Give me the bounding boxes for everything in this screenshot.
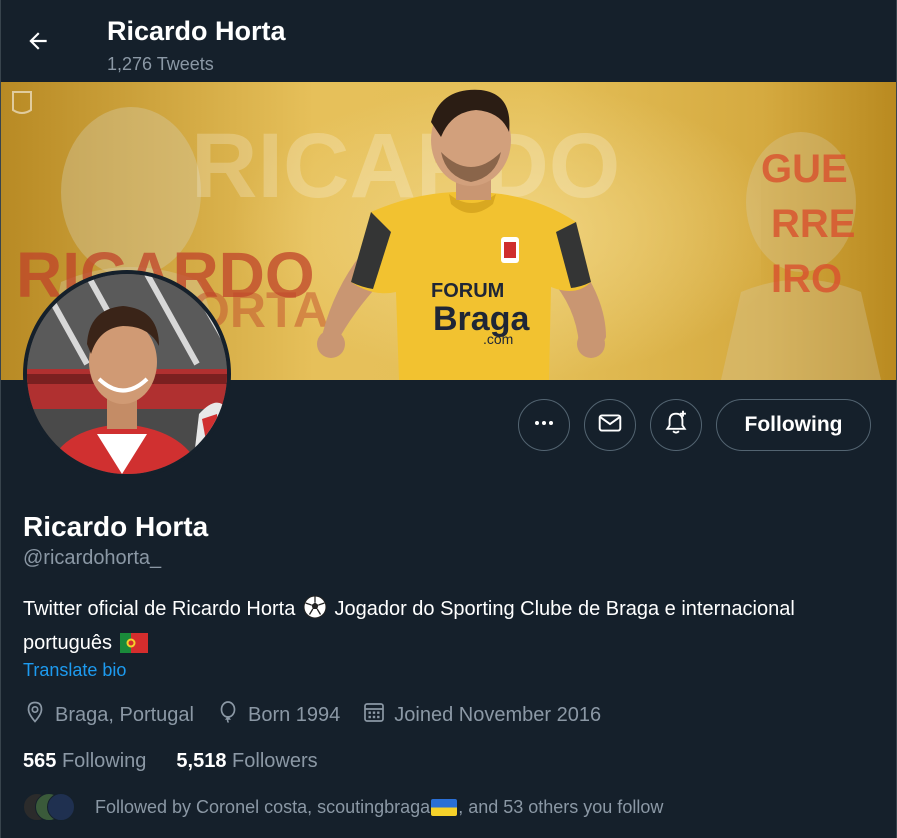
followers-count: 5,518 xyxy=(176,750,227,772)
following-button[interactable]: Following xyxy=(716,399,871,451)
svg-text:IRO: IRO xyxy=(771,257,842,301)
birthday-item: Born 1994 xyxy=(216,700,340,730)
soccer-ball-icon xyxy=(303,595,327,628)
followers-stat-link[interactable]: 5,518 Followers xyxy=(176,750,317,773)
portugal-flag-icon xyxy=(119,632,148,662)
profile-handle: @ricardohorta_ xyxy=(23,547,162,569)
more-dots-icon xyxy=(532,411,556,440)
follow-stats: 565 Following 5,518 Followers xyxy=(23,750,348,773)
followed-by-avatars xyxy=(23,793,79,821)
profile-page: Ricardo Horta 1,276 Tweets RICARDO RICAR… xyxy=(0,0,897,838)
location-item: Braga, Portugal xyxy=(23,700,194,730)
followed-by-text-1: Followed by Coronel costa, scoutingbraga xyxy=(95,796,431,817)
calendar-icon xyxy=(362,700,394,730)
envelope-icon xyxy=(597,410,623,441)
back-button[interactable] xyxy=(18,23,58,63)
followers-label: Followers xyxy=(232,750,318,772)
header-title: Ricardo Horta xyxy=(107,16,286,46)
more-button[interactable] xyxy=(518,399,570,451)
following-count: 565 xyxy=(23,750,57,772)
following-label: Following xyxy=(61,750,147,772)
bio-text-1: Twitter oficial de Ricardo Horta xyxy=(23,598,296,620)
location-text: Braga, Portugal xyxy=(55,703,194,726)
birthday-text: Born 1994 xyxy=(247,703,341,726)
ukraine-flag-icon xyxy=(431,798,458,816)
followed-by-row[interactable]: Followed by Coronel costa, scoutingbraga… xyxy=(23,793,663,821)
bell-plus-icon xyxy=(662,409,690,442)
banner-sponsor-top: FORUM xyxy=(431,280,504,302)
banner-sponsor-tld: .com xyxy=(483,331,513,347)
profile-bio: Twitter oficial de Ricardo Horta Jogador… xyxy=(23,594,863,662)
joined-text: Joined November 2016 xyxy=(394,703,602,726)
profile-meta: Braga, Portugal Born 1994 Joined Novembe… xyxy=(23,700,623,730)
balloon-icon xyxy=(216,700,248,730)
profile-avatar[interactable] xyxy=(23,270,231,478)
arrow-left-icon xyxy=(25,28,51,59)
following-stat-link[interactable]: 565 Following xyxy=(23,750,146,773)
profile-header: Ricardo Horta 1,276 Tweets xyxy=(1,0,896,82)
follower-avatar xyxy=(47,793,75,821)
followed-by-text-2: , and 53 others you follow xyxy=(458,796,664,817)
banner-sponsor: Braga xyxy=(433,300,530,338)
svg-text:RRE: RRE xyxy=(771,202,855,246)
joined-item: Joined November 2016 xyxy=(362,700,601,730)
translate-bio-link[interactable]: Translate bio xyxy=(23,660,126,681)
location-pin-icon xyxy=(23,700,55,730)
message-button[interactable] xyxy=(584,399,636,451)
profile-name: Ricardo Horta xyxy=(23,511,209,542)
notifications-button[interactable] xyxy=(650,399,702,451)
avatar-image xyxy=(27,274,227,474)
svg-text:GUE: GUE xyxy=(761,147,848,191)
tweet-count: 1,276 Tweets xyxy=(107,54,214,74)
